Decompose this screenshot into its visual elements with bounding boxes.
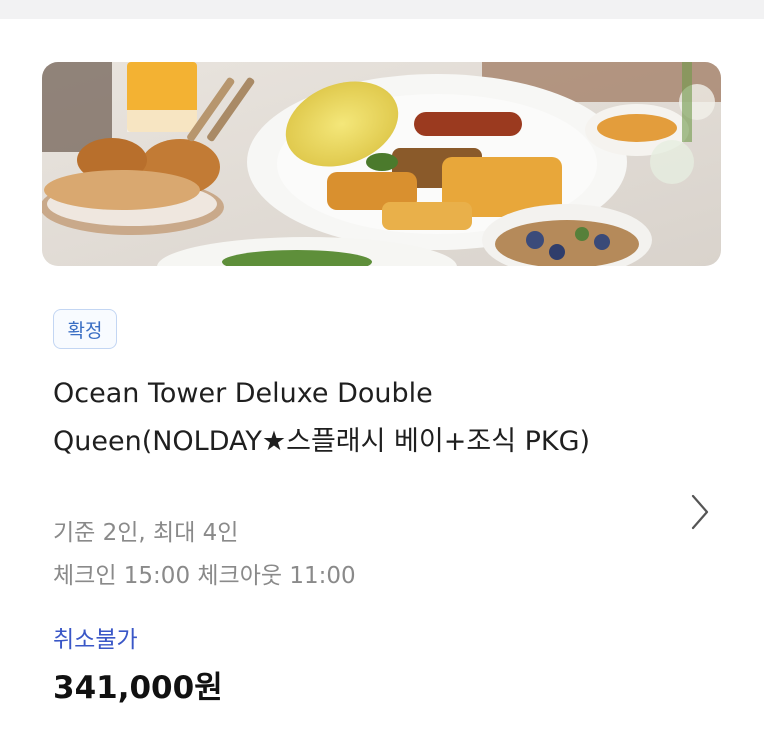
detail-button[interactable] <box>680 490 720 534</box>
cancel-policy: 취소불가 <box>53 627 138 653</box>
chevron-right-icon <box>691 494 709 530</box>
checkin-checkout-text: 체크인 15:00 체크아웃 11:00 <box>53 563 356 589</box>
room-photo[interactable] <box>42 62 721 266</box>
status-badge: 확정 <box>53 309 117 349</box>
price: 341,000원 <box>53 670 223 706</box>
top-strip <box>0 0 764 19</box>
room-title[interactable]: Ocean Tower Deluxe Double Queen(NOLDAY★스… <box>53 370 613 465</box>
capacity-text: 기준 2인, 최대 4인 <box>53 520 239 546</box>
breakfast-image <box>42 62 721 266</box>
